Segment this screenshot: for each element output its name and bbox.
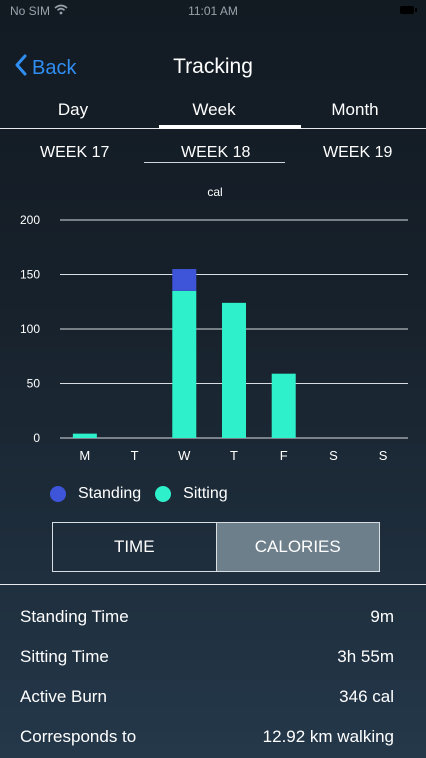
period-tabs: Day Week Month [0,92,426,129]
stat-label: Standing Time [20,607,129,626]
week-prev[interactable]: WEEK 17 [40,144,109,162]
metric-toggle: TIME CALORIES [52,522,380,572]
time-button[interactable]: TIME [53,523,216,571]
y-tick-label: 150 [20,268,40,282]
stats-list: Standing Time 9m Sitting Time 3h 55m Act… [0,597,426,757]
legend-sitting-label: Sitting [183,485,228,502]
stat-value: 346 cal [339,687,394,706]
week-current[interactable]: WEEK 18 [181,144,250,162]
bar-sitting [72,433,97,438]
stat-row-active-burn: Active Burn 346 cal [0,677,426,717]
legend-sitting: Sitting [155,485,228,503]
calories-chart: cal 0 50 100 150 200 M T W T F S S [0,180,426,470]
tab-selected-indicator [159,125,301,129]
nav-bar: Back Tracking [0,50,426,86]
stat-label: Corresponds to [20,727,137,746]
x-tick-label: S [379,448,388,463]
battery-icon [400,6,417,14]
standing-dot-icon [50,486,66,502]
sitting-dot-icon [155,486,172,502]
bar-sitting [172,290,197,438]
stat-value: 12.92 km walking [262,727,394,746]
chart-legend: Standing Sitting [50,483,242,505]
stat-value: 3h 55m [337,647,394,666]
status-time: 11:01 AM [188,4,238,18]
x-tick-label: W [178,448,191,463]
legend-standing-label: Standing [78,485,142,502]
x-tick-label: F [280,448,288,463]
chart-svg: cal 0 50 100 150 200 M T W T F S S [20,185,408,463]
status-bar: No SIM 11:01 AM [0,0,426,22]
y-tick-label: 0 [33,431,40,445]
stat-row-sitting-time: Sitting Time 3h 55m [0,637,426,677]
bar-sitting [271,373,296,438]
page-title: Tracking [173,55,253,78]
tab-day[interactable]: Day [2,100,144,120]
y-axis-unit-label: cal [207,185,222,199]
x-tick-label: T [230,448,238,463]
y-tick-label: 100 [20,322,40,336]
tab-week[interactable]: Week [143,100,285,120]
x-tick-label: M [79,448,90,463]
stat-label: Sitting Time [20,647,109,666]
y-tick-label: 200 [20,213,40,227]
x-tick-label: S [329,448,338,463]
week-current-underline [144,162,285,163]
legend-standing: Standing [50,485,141,503]
section-divider [0,584,426,585]
stat-row-standing-time: Standing Time 9m [0,597,426,637]
stat-label: Active Burn [20,687,107,706]
bar-sitting [222,302,246,438]
week-navigator: WEEK 17 WEEK 18 WEEK 19 [0,138,426,168]
stat-value: 9m [370,607,394,626]
week-next[interactable]: WEEK 19 [323,144,392,162]
tab-month[interactable]: Month [284,100,426,120]
calories-button[interactable]: CALORIES [215,523,379,571]
bar-standing [172,269,197,291]
x-tick-label: T [131,448,139,463]
y-tick-label: 50 [27,377,41,391]
stat-row-corresponds-to: Corresponds to 12.92 km walking [0,717,426,757]
